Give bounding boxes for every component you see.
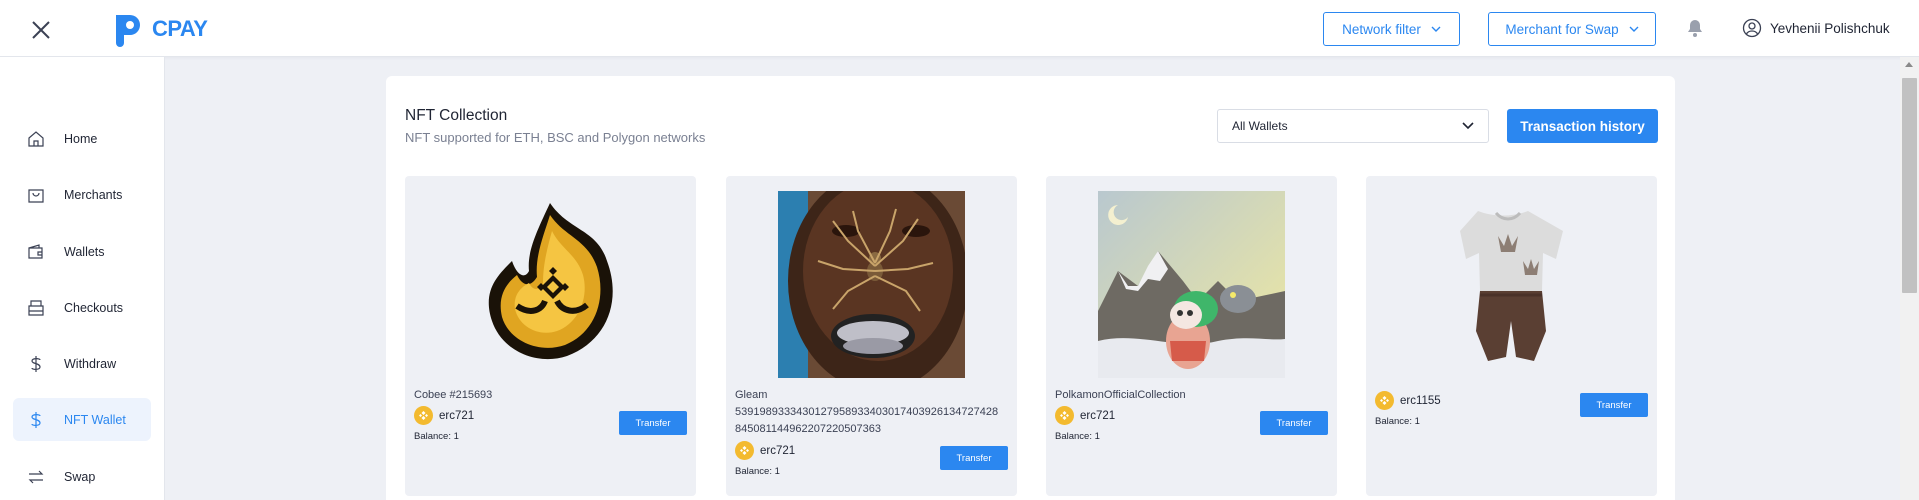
close-icon[interactable] [26,15,56,45]
sidebar-item-label: NFT Wallet [64,412,126,427]
sidebar-item-label: Merchants [64,187,123,202]
merchant-swap-label: Merchant for Swap [1505,21,1619,37]
token-standard-row: erc721 [735,441,795,460]
nft-name-line: 5391989333430127958933403017403926134727… [735,406,999,418]
bnb-coin-icon [414,406,433,425]
nft-balance: Balance: 1 [735,466,780,477]
nft-name-line: 845081144962207220507363 [735,423,882,435]
nft-card[interactable]: PolkamonOfficialCollection erc721 Balanc… [1046,176,1337,496]
sidebar: Home Merchants Wallets Checkouts Withdra… [0,57,165,500]
bell-icon[interactable] [1685,18,1705,38]
dollar-icon [31,411,41,428]
bag-icon [28,188,44,203]
nft-image-mountain-creature [1098,191,1285,378]
nft-name-line: Gleam [735,389,768,401]
nft-image-fire-emblem [457,191,644,378]
scrollbar-thumb[interactable] [1902,78,1917,293]
token-standard: erc1155 [1400,394,1441,407]
bnb-coin-icon [1375,391,1394,410]
sidebar-item-label: Wallets [64,244,105,259]
checkout-icon [28,299,44,316]
wallet-select[interactable]: All Wallets [1217,109,1489,143]
sidebar-item-label: Withdraw [64,356,117,371]
chevron-down-icon [1629,26,1639,32]
nft-collection-panel: NFT Collection NFT supported for ETH, BS… [386,76,1675,500]
logo[interactable]: CPAY [110,11,208,47]
nft-card[interactable]: erc1155 Balance: 1 Transfer [1366,176,1657,496]
token-standard-row: erc1155 [1375,391,1441,410]
nft-balance: Balance: 1 [1055,431,1100,442]
dollar-icon [31,355,41,372]
chevron-down-icon [1431,26,1441,32]
nft-card[interactable]: Cobee #215693 erc721 Balance: 1 Transfer [405,176,696,496]
sidebar-item-label: Checkouts [64,300,124,315]
transfer-button[interactable]: Transfer [619,411,687,435]
merchant-swap-button[interactable]: Merchant for Swap [1488,12,1656,46]
sidebar-item-label: Home [64,131,98,146]
token-standard-row: erc721 [414,406,474,425]
cpay-logo-icon [116,15,140,47]
transfer-button[interactable]: Transfer [940,446,1008,470]
sidebar-item-wallets[interactable]: Wallets [13,230,151,273]
nft-balance: Balance: 1 [1375,416,1420,427]
token-standard: erc721 [760,444,796,457]
sidebar-item-home[interactable]: Home [13,117,151,160]
nft-name: Cobee #215693 [414,389,493,401]
nft-name: PolkamonOfficialCollection [1055,389,1186,401]
swap-icon [28,470,44,483]
transaction-history-button[interactable]: Transaction history [1507,109,1658,143]
wallet-icon [28,243,43,259]
network-filter-button[interactable]: Network filter [1323,12,1460,46]
sidebar-item-swap[interactable]: Swap [13,455,151,498]
transfer-button[interactable]: Transfer [1260,411,1328,435]
nft-image-spider-face [778,191,965,378]
page-subtitle: NFT supported for ETH, BSC and Polygon n… [405,130,706,145]
nft-card[interactable]: Gleam 5391989333430127958933403017403926… [726,176,1017,496]
user-name: Yevhenii Polishchuk [1770,20,1890,36]
user-icon [1742,18,1762,38]
nft-image-shirt-shorts [1418,191,1605,378]
token-standard: erc721 [439,409,475,422]
token-standard: erc721 [1080,409,1116,422]
chevron-down-icon [1462,122,1474,130]
top-bar: CPAY Network filter Merchant for Swap Ye… [0,0,1919,57]
sidebar-item-merchants[interactable]: Merchants [13,173,151,216]
logo-text: CPAY [152,16,208,41]
nft-balance: Balance: 1 [414,431,459,442]
nft-name: Gleam 5391989333430127958933403017403926… [735,387,998,438]
scroll-up-arrow-icon[interactable] [1905,62,1913,67]
wallet-select-value: All Wallets [1232,119,1288,133]
home-icon [28,130,44,147]
sidebar-item-checkouts[interactable]: Checkouts [13,286,151,329]
transfer-button[interactable]: Transfer [1580,393,1648,417]
bnb-coin-icon [1055,406,1074,425]
page-title: NFT Collection [405,107,508,124]
user-menu[interactable]: Yevhenii Polishchuk [1742,18,1890,38]
sidebar-item-label: Swap [64,469,96,484]
token-standard-row: erc721 [1055,406,1115,425]
sidebar-item-withdraw[interactable]: Withdraw [13,342,151,385]
bnb-coin-icon [735,441,754,460]
network-filter-label: Network filter [1342,21,1421,37]
sidebar-item-nft-wallet[interactable]: NFT Wallet [13,398,151,441]
